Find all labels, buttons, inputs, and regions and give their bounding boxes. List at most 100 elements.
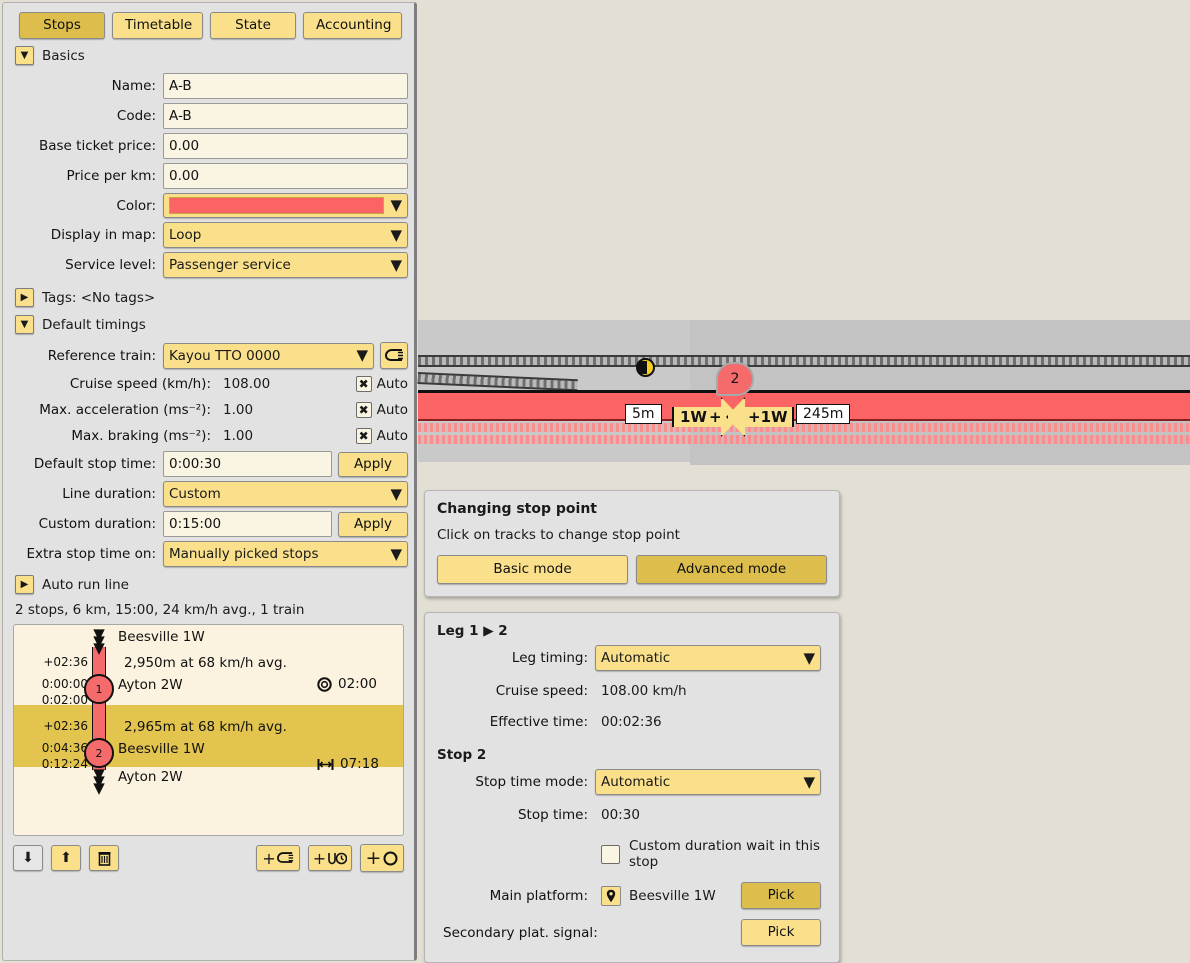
chevron-down-icon: ▼ xyxy=(390,484,402,503)
rail-main xyxy=(418,355,1190,367)
field-row-secondary-signal: Secondary plat. signal: Pick xyxy=(437,919,827,946)
color-picker[interactable]: ▼ xyxy=(163,193,408,218)
main-platform-pick-button[interactable]: Pick xyxy=(741,882,821,909)
leg-cruise-speed-label: Cruise speed: xyxy=(495,683,588,699)
line-editor-panel: Stops Timetable State Accounting ▼ Basic… xyxy=(2,2,417,961)
move-up-icon[interactable]: ⬆ xyxy=(51,845,81,871)
leg-text-2: 2,965m at 68 km/h avg. xyxy=(124,719,287,735)
checkbox-checked-icon[interactable]: ✖ xyxy=(355,402,372,418)
chevron-right-icon[interactable]: ▶ xyxy=(15,575,34,594)
name-input[interactable]: A-B xyxy=(163,73,408,99)
custom-duration-wait-toggle[interactable]: Custom duration wait in this stop xyxy=(595,838,821,870)
main-platform-label: Main platform: xyxy=(489,887,588,904)
name-label: Name: xyxy=(111,78,156,94)
leg-stop-panel: Leg 1 ▶ 2 Leg timing: Automatic ▼ Cruise… xyxy=(424,612,840,963)
terminus-arrow-top-icon: ▼ ▼ ▼ xyxy=(93,625,105,657)
max-acceleration-auto-toggle[interactable]: ✖ Auto xyxy=(355,402,408,418)
secondary-signal-pick-button[interactable]: Pick xyxy=(741,919,821,946)
checkbox-checked-icon[interactable]: ✖ xyxy=(355,428,372,444)
field-row-display-in-map: Display in map: Loop ▼ xyxy=(3,222,414,248)
section-tags-label: Tags: <No tags> xyxy=(42,289,156,306)
service-level-select[interactable]: Passenger service ▼ xyxy=(163,252,408,278)
dialog-title: Changing stop point xyxy=(437,501,597,517)
section-default-timings-header[interactable]: ▼ Default timings xyxy=(3,311,414,338)
chevron-right-icon[interactable]: ▶ xyxy=(15,288,34,307)
tab-timetable[interactable]: Timetable xyxy=(112,12,204,39)
advanced-mode-button[interactable]: Advanced mode xyxy=(636,555,827,584)
leg-timing-label: Leg timing: xyxy=(511,650,588,666)
changing-stop-point-dialog: Changing stop point Click on tracks to c… xyxy=(424,490,840,597)
reference-train-select[interactable]: Kayou TTO 0000 ▼ xyxy=(163,342,374,369)
custom-duration-apply-button[interactable]: Apply xyxy=(338,511,408,537)
route-dotted-a xyxy=(418,423,1190,432)
cruise-speed-label: Cruise speed (km/h): xyxy=(69,376,211,392)
stop-name-1: Ayton 2W xyxy=(118,677,183,693)
stop-node-2[interactable]: 2 xyxy=(84,738,114,768)
stopwatch-icon xyxy=(317,676,332,692)
arrive-time-2: 0:04:36 xyxy=(41,741,88,755)
field-row-main-platform: Main platform: Beesville 1W Pick xyxy=(437,882,827,909)
line-duration-select[interactable]: Custom ▼ xyxy=(163,481,408,507)
field-row-color: Color: ▼ xyxy=(3,193,414,218)
plus-icon-2: + xyxy=(748,408,761,426)
code-input[interactable]: A-B xyxy=(163,103,408,129)
chevron-down-icon[interactable]: ▼ xyxy=(15,315,34,334)
section-auto-run-line-header[interactable]: ▶ Auto run line xyxy=(3,571,414,598)
plus-icon: + xyxy=(262,848,276,868)
field-row-base-ticket-price: Base ticket price: 0.00 xyxy=(3,133,414,159)
add-wait-button[interactable]: + xyxy=(308,845,352,871)
checkbox-checked-icon[interactable]: ✖ xyxy=(355,376,372,392)
readout-row-cruise-speed: Cruise speed (km/h): 108.00 ✖ Auto xyxy=(3,373,414,395)
display-in-map-select[interactable]: Loop ▼ xyxy=(163,222,408,248)
add-stop-button[interactable]: + xyxy=(360,844,404,872)
circle-icon xyxy=(383,851,398,865)
stop-badge-1: 02:00 xyxy=(317,676,377,692)
leg-timing-select[interactable]: Automatic ▼ xyxy=(595,645,821,671)
move-down-icon[interactable]: ⬇ xyxy=(13,845,43,871)
tab-accounting[interactable]: Accounting xyxy=(303,12,402,39)
base-ticket-price-input[interactable]: 0.00 xyxy=(163,133,408,159)
terminus-arrow-bottom-icon: ▼ ▼ ▼ xyxy=(93,765,105,797)
stop-time-mode-select[interactable]: Automatic ▼ xyxy=(595,769,821,795)
tab-stops[interactable]: Stops xyxy=(19,12,105,39)
route-dotted-b xyxy=(418,435,1190,444)
stop-marker-label: 2 xyxy=(730,371,740,387)
stop-time-label: Stop time: xyxy=(517,807,588,823)
default-stop-time-label: Default stop time: xyxy=(33,456,156,472)
effective-time-label: Effective time: xyxy=(489,714,588,730)
checkbox-unchecked-icon[interactable] xyxy=(601,844,620,864)
custom-duration-input[interactable]: 0:15:00 xyxy=(163,511,332,537)
delete-icon[interactable] xyxy=(89,845,119,871)
train-icon[interactable] xyxy=(380,342,408,369)
effective-time-value: 00:02:36 xyxy=(601,714,662,730)
default-stop-time-input[interactable]: 0:00:30 xyxy=(163,451,332,477)
readout-row-leg-cruise-speed: Cruise speed: 108.00 km/h xyxy=(437,680,827,702)
reference-train-label: Reference train: xyxy=(47,347,156,364)
max-braking-value: 1.00 xyxy=(223,428,254,444)
chevron-down-icon: ▼ xyxy=(390,255,402,274)
span-icon xyxy=(317,758,334,770)
default-stop-time-apply-button[interactable]: Apply xyxy=(338,451,408,477)
map-pin-icon xyxy=(601,885,621,906)
basic-mode-button[interactable]: Basic mode xyxy=(437,555,628,584)
section-basics-header[interactable]: ▼ Basics xyxy=(3,42,414,69)
price-per-km-input[interactable]: 0.00 xyxy=(163,163,408,189)
add-train-button[interactable]: + xyxy=(256,845,300,871)
extra-stop-time-select[interactable]: Manually picked stops ▼ xyxy=(163,541,408,567)
plus-icon: + xyxy=(708,408,722,426)
signal-icon[interactable] xyxy=(636,358,655,377)
cruise-speed-value: 108.00 xyxy=(223,376,271,392)
tab-state[interactable]: State xyxy=(210,12,297,39)
max-braking-auto-toggle[interactable]: ✖ Auto xyxy=(355,428,408,444)
display-in-map-label: Display in map: xyxy=(50,227,156,243)
cruise-speed-auto-toggle[interactable]: ✖ Auto xyxy=(355,376,408,392)
leg-timing-value: Automatic xyxy=(601,650,671,666)
chevron-down-icon[interactable]: ▼ xyxy=(15,46,34,65)
stop-badge-2-value: 07:18 xyxy=(340,756,379,772)
line-summary: 2 stops, 6 km, 15:00, 24 km/h avg., 1 tr… xyxy=(15,602,305,618)
section-tags-header[interactable]: ▶ Tags: <No tags> xyxy=(3,284,414,311)
stop-node-1[interactable]: 1 xyxy=(84,674,114,704)
service-level-value: Passenger service xyxy=(169,257,291,273)
stop-list[interactable]: ▼ ▼ ▼ ▼ ▼ ▼ Beesville 1W +02:36 2,950m at 68… xyxy=(13,624,404,836)
stop-marker-2[interactable]: 2 xyxy=(716,362,754,396)
